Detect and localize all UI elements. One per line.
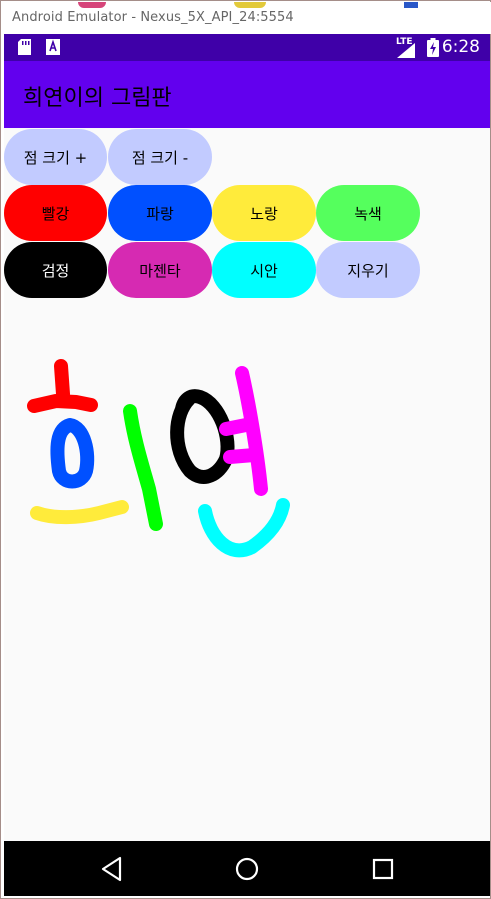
size-increase-button[interactable]: 점 크기 + <box>4 129 107 185</box>
signal-icon <box>397 43 415 62</box>
background-fragment <box>78 2 106 8</box>
background-fragment <box>234 2 266 8</box>
stroke-blue <box>50 418 95 489</box>
emulator-window: Android Emulator - Nexus_5X_API_24:5554 … <box>0 0 491 899</box>
status-clock: 6:28 <box>441 37 480 57</box>
stroke-red <box>54 359 70 401</box>
stroke-red <box>27 394 98 413</box>
stroke-yellow <box>30 500 129 525</box>
app-bar: 희연이의 그림판 <box>4 61 490 128</box>
stroke-black <box>170 389 235 484</box>
window-title: Android Emulator - Nexus_5X_API_24:5554 <box>12 10 294 25</box>
home-icon[interactable] <box>233 855 261 883</box>
android-screen: LTE 6:28 희연이의 그림판 점 크기 + 점 크기 - 빨강 파랑 노랑… <box>4 34 490 896</box>
yellow-color-button[interactable]: 노랑 <box>212 185 316 241</box>
navigation-bar <box>4 841 490 896</box>
app-notification-icon <box>46 39 60 59</box>
app-title: 희연이의 그림판 <box>23 86 172 111</box>
blue-color-button[interactable]: 파랑 <box>108 185 212 241</box>
clear-button[interactable]: 지우기 <box>316 242 420 298</box>
status-bar: LTE 6:28 <box>4 34 490 61</box>
sd-card-icon <box>18 39 31 59</box>
back-icon[interactable] <box>99 855 127 883</box>
size-decrease-button[interactable]: 점 크기 - <box>108 129 212 185</box>
stroke-magenta <box>219 417 258 436</box>
drawing-strokes <box>27 359 290 558</box>
drawing-canvas[interactable] <box>4 299 490 841</box>
stroke-green <box>123 404 163 531</box>
cyan-color-button[interactable]: 시안 <box>212 242 316 298</box>
emulator-titlebar: Android Emulator - Nexus_5X_API_24:5554 <box>2 2 491 34</box>
battery-icon <box>427 38 439 61</box>
black-color-button[interactable]: 검정 <box>4 242 107 298</box>
recents-icon[interactable] <box>369 855 397 883</box>
red-color-button[interactable]: 빨강 <box>4 185 107 241</box>
stroke-magenta <box>223 448 261 464</box>
green-color-button[interactable]: 녹색 <box>316 185 420 241</box>
magenta-color-button[interactable]: 마젠타 <box>108 242 212 298</box>
background-fragment <box>404 2 418 8</box>
stroke-cyan <box>198 498 290 558</box>
